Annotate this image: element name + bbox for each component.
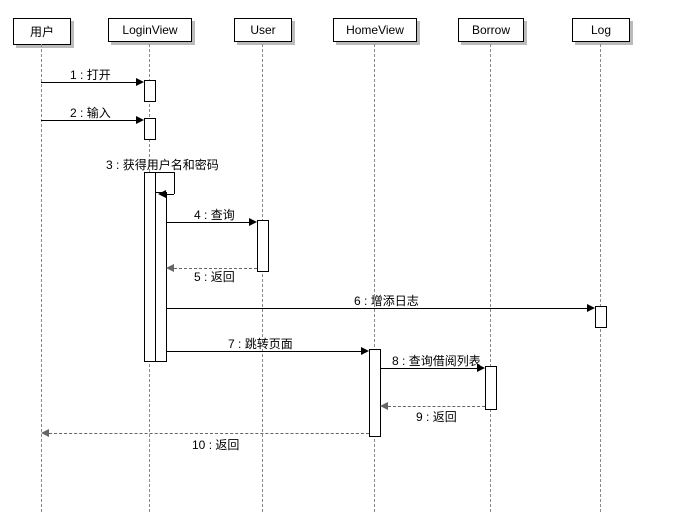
message-label: 3 : 获得用户名和密码 [106, 156, 219, 173]
participant-log: Log [572, 18, 630, 42]
participant-user: 用户 [13, 18, 71, 45]
participant-label: LoginView [122, 23, 177, 37]
lifeline [490, 44, 491, 512]
activation-bar [257, 220, 269, 272]
message-arrow [166, 194, 174, 195]
activation-bar [369, 349, 381, 437]
message-label: 7 : 跳转页面 [228, 335, 293, 352]
participant-label: Log [591, 23, 611, 37]
message-label: 10 : 返回 [192, 436, 239, 453]
arrowhead-icon [158, 190, 166, 198]
participant-label: 用户 [30, 25, 54, 39]
lifeline [41, 44, 42, 512]
arrowhead-icon [380, 402, 388, 410]
arrowhead-icon [136, 78, 144, 86]
participant-label: Borrow [472, 23, 510, 37]
arrowhead-icon [587, 304, 595, 312]
participant-homeview: HomeView [333, 18, 417, 42]
participant-label: HomeView [346, 23, 404, 37]
arrowhead-icon [136, 116, 144, 124]
arrowhead-icon [166, 264, 174, 272]
activation-bar [155, 192, 167, 362]
message-arrow [174, 172, 175, 194]
activation-bar [485, 366, 497, 410]
lifeline [600, 44, 601, 512]
message-label: 6 : 增添日志 [354, 292, 419, 309]
message-return [388, 406, 485, 407]
message-label: 4 : 查询 [194, 206, 235, 223]
message-return [49, 433, 369, 434]
activation-bar [144, 80, 156, 102]
arrowhead-icon [361, 347, 369, 355]
participant-usermodel: User [234, 18, 292, 42]
message-label: 9 : 返回 [416, 408, 457, 425]
arrowhead-icon [41, 429, 49, 437]
activation-bar [144, 118, 156, 140]
message-label: 8 : 查询借阅列表 [392, 352, 481, 369]
participant-label: User [250, 23, 275, 37]
message-label: 1 : 打开 [70, 66, 111, 83]
participant-loginview: LoginView [108, 18, 192, 42]
lifeline [262, 44, 263, 512]
lifeline [374, 44, 375, 512]
message-label: 2 : 输入 [70, 104, 111, 121]
arrowhead-icon [249, 218, 257, 226]
activation-bar [595, 306, 607, 328]
message-label: 5 : 返回 [194, 268, 235, 285]
participant-borrow: Borrow [458, 18, 524, 42]
sequence-diagram: 用户 LoginView User HomeView Borrow Log 1 … [0, 0, 673, 522]
